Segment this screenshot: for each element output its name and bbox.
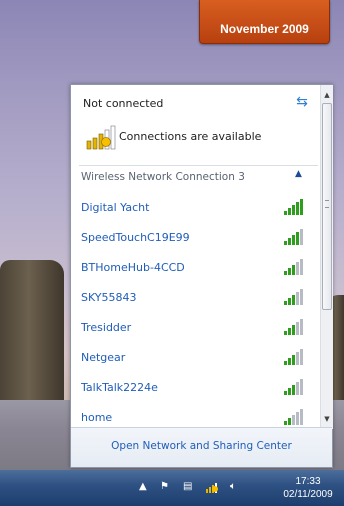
network-row[interactable]: SpeedTouchC19E99 bbox=[71, 223, 320, 253]
signal-strength-icon bbox=[284, 289, 303, 305]
network-name: BTHomeHub-4CCD bbox=[81, 261, 185, 274]
network-name: TalkTalk2224e bbox=[81, 381, 158, 394]
signal-strength-icon bbox=[284, 379, 303, 395]
network-name: SpeedTouchC19E99 bbox=[81, 231, 190, 244]
status-title: Not connected bbox=[83, 97, 164, 110]
network-available-icon bbox=[86, 125, 116, 150]
network-row[interactable]: TalkTalk2224e bbox=[71, 373, 320, 403]
wireless-group-header[interactable]: Wireless Network Connection 3 ▲ bbox=[71, 167, 320, 189]
network-list: Digital Yacht SpeedTouchC19E99 BTHomeHub-4… bbox=[71, 193, 320, 433]
calendar-month-label: November 2009 bbox=[220, 22, 309, 36]
network-name: Digital Yacht bbox=[81, 201, 150, 214]
divider bbox=[79, 165, 318, 166]
power-icon[interactable]: ▤ bbox=[183, 481, 192, 493]
show-hidden-icons-icon[interactable]: ▲ bbox=[139, 481, 147, 493]
connection-status: Not connected ⇆ Connections are availabl… bbox=[71, 85, 320, 169]
network-name: Netgear bbox=[81, 351, 126, 364]
open-network-sharing-center-link[interactable]: Open Network and Sharing Center bbox=[71, 440, 332, 452]
scroll-up-arrow-icon[interactable]: ▲ bbox=[321, 87, 333, 103]
clock-date: 02/11/2009 bbox=[283, 489, 333, 500]
signal-strength-icon bbox=[284, 409, 303, 425]
scroll-down-arrow-icon[interactable]: ▼ bbox=[321, 411, 333, 427]
volume-icon[interactable]: 🔈︎ bbox=[230, 481, 236, 493]
network-row[interactable]: Tresidder bbox=[71, 313, 320, 343]
flyout-footer: Open Network and Sharing Center bbox=[71, 427, 332, 467]
signal-strength-icon bbox=[284, 229, 303, 245]
refresh-icon[interactable]: ⇆ bbox=[293, 93, 311, 111]
connections-available-text: Connections are available bbox=[119, 130, 262, 143]
scrollbar-grip bbox=[325, 200, 329, 208]
network-list-scrollbar[interactable]: ▲ ▼ bbox=[320, 85, 333, 429]
taskbar: ▲ ⚑ ▤ 🔈︎ 17:33 02/11/2009 bbox=[0, 470, 344, 506]
network-tray-icon[interactable] bbox=[205, 480, 221, 494]
network-flyout: Not connected ⇆ Connections are availabl… bbox=[70, 84, 333, 468]
calendar-gadget[interactable]: November 2009 bbox=[199, 0, 330, 44]
signal-strength-icon bbox=[284, 349, 303, 365]
network-name: home bbox=[81, 411, 113, 424]
signal-strength-icon bbox=[284, 199, 303, 215]
network-row[interactable]: BTHomeHub-4CCD bbox=[71, 253, 320, 283]
network-row[interactable]: Netgear bbox=[71, 343, 320, 373]
network-row[interactable]: SKY55843 bbox=[71, 283, 320, 313]
action-center-flag-icon[interactable]: ⚑ bbox=[160, 481, 169, 493]
system-clock[interactable]: 17:33 02/11/2009 bbox=[276, 475, 340, 501]
signal-strength-icon bbox=[284, 319, 303, 335]
network-row[interactable]: Digital Yacht bbox=[71, 193, 320, 223]
collapse-chevron-icon[interactable]: ▲ bbox=[295, 169, 302, 179]
signal-strength-icon bbox=[284, 259, 303, 275]
clock-time: 17:33 bbox=[295, 476, 321, 487]
wireless-group-label: Wireless Network Connection 3 bbox=[81, 171, 245, 183]
network-name: Tresidder bbox=[81, 321, 132, 334]
desktop-stone-left bbox=[0, 260, 64, 400]
scrollbar-thumb[interactable] bbox=[322, 103, 332, 310]
network-name: SKY55843 bbox=[81, 291, 137, 304]
